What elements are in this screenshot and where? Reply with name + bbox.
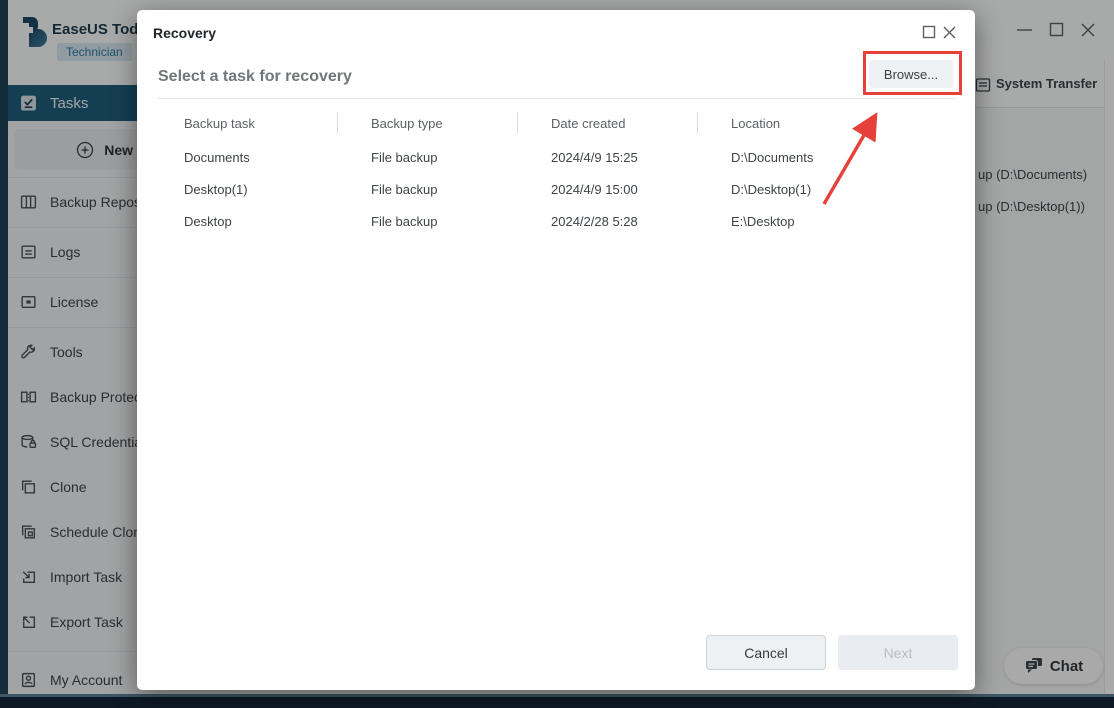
next-button[interactable]: Next [838,635,958,670]
dialog-maximize-icon[interactable] [922,25,936,39]
column-separator [337,112,338,134]
cell-date-created: 2024/4/9 15:25 [551,142,716,174]
column-separator [517,112,518,134]
cell-backup-type: File backup [371,174,536,206]
screen: EaseUS Todo Technician System Transfer u… [0,0,1114,708]
cell-backup-task: Desktop(1) [184,174,354,206]
cell-backup-task: Desktop [184,206,354,238]
dialog-subtitle: Select a task for recovery [158,68,352,86]
column-header-date-created[interactable]: Date created [551,112,716,135]
column-header-backup-task[interactable]: Backup task [184,112,354,135]
column-separator [697,112,698,134]
cell-backup-type: File backup [371,206,536,238]
dialog-close-icon[interactable] [942,25,957,40]
cell-date-created: 2024/4/9 15:00 [551,174,716,206]
column-header-backup-type[interactable]: Backup type [371,112,536,135]
cancel-button[interactable]: Cancel [706,635,826,670]
cell-date-created: 2024/2/28 5:28 [551,206,716,238]
cell-backup-task: Documents [184,142,354,174]
cell-location: D:\Documents [731,142,951,174]
dialog-title: Recovery [153,25,216,41]
cell-location: E:\Desktop [731,206,951,238]
table-row[interactable]: Documents File backup 2024/4/9 15:25 D:\… [158,142,956,174]
recovery-dialog: Recovery Select a task for recovery Brow… [137,10,975,690]
browse-highlight-box [863,51,962,95]
cell-location: D:\Desktop(1) [731,174,951,206]
column-header-location[interactable]: Location [731,112,951,135]
table-row[interactable]: Desktop(1) File backup 2024/4/9 15:00 D:… [158,174,956,206]
cell-backup-type: File backup [371,142,536,174]
dialog-header-divider [158,98,956,99]
table-row[interactable]: Desktop File backup 2024/2/28 5:28 E:\De… [158,206,956,238]
